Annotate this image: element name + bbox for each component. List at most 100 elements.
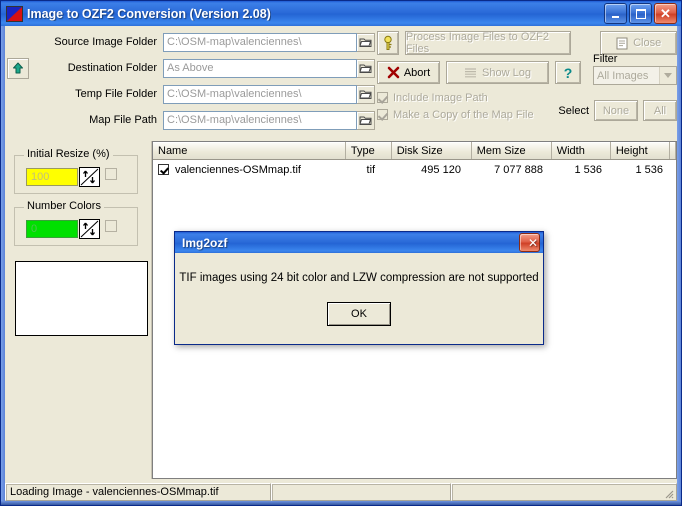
- error-dialog: Img2ozf ✕ TIF images using 24 bit color …: [174, 231, 544, 345]
- column-header-disk-size[interactable]: Disk Size: [392, 142, 472, 159]
- up-arrow-icon: [12, 62, 24, 74]
- log-lines-icon: [464, 67, 477, 78]
- select-all-button[interactable]: All: [643, 100, 677, 121]
- temp-file-folder-row: Temp File Folder C:\OSM-map\valenciennes…: [5, 83, 375, 105]
- number-colors-group: Number Colors 0: [14, 207, 138, 246]
- window-frame-bottom: [1, 501, 681, 505]
- process-files-button[interactable]: Process Image Files to OZF2 Files: [405, 31, 571, 55]
- dialog-close-icon: ✕: [528, 236, 538, 250]
- close-app-label: Close: [633, 37, 661, 49]
- dialog-close-button[interactable]: ✕: [519, 233, 540, 252]
- filter-dropdown[interactable]: All Images: [593, 66, 677, 85]
- app-icon: [6, 6, 23, 22]
- status-panel-secondary: [271, 483, 451, 501]
- include-image-path-label: Include Image Path: [393, 92, 488, 104]
- minimize-button[interactable]: [604, 3, 627, 24]
- move-up-button[interactable]: [7, 58, 29, 79]
- file-row-disk-size: 495 120: [394, 164, 475, 176]
- close-app-button[interactable]: Close: [600, 31, 677, 55]
- source-image-folder-label: Source Image Folder: [31, 36, 163, 48]
- folder-browse-icon: [359, 88, 372, 100]
- abort-button[interactable]: Abort: [377, 61, 440, 84]
- window-title: Image to OZF2 Conversion (Version 2.08): [27, 7, 271, 21]
- application-window: Image to OZF2 Conversion (Version 2.08) …: [0, 0, 682, 506]
- initial-resize-spinner[interactable]: [79, 167, 100, 187]
- initial-resize-input[interactable]: 100: [26, 168, 78, 186]
- number-colors-spinner[interactable]: [79, 219, 100, 239]
- initial-resize-label: Initial Resize (%): [24, 148, 113, 160]
- column-header-mem-size[interactable]: Mem Size: [472, 142, 552, 159]
- map-file-path-label: Map File Path: [31, 114, 163, 126]
- show-log-label: Show Log: [482, 67, 531, 79]
- resize-grip-icon[interactable]: [662, 487, 674, 499]
- file-row-mem-size: 7 077 888: [475, 164, 556, 176]
- map-file-browse-button[interactable]: [356, 111, 375, 130]
- key-settings-button[interactable]: [377, 31, 399, 55]
- select-none-button[interactable]: None: [594, 100, 638, 121]
- window-controls: ✕: [604, 3, 677, 24]
- number-colors-label: Number Colors: [24, 200, 104, 212]
- temp-file-folder-label: Temp File Folder: [31, 88, 163, 100]
- destination-folder-browse-button[interactable]: [356, 59, 375, 78]
- table-row[interactable]: valenciennes-OSMmap.tif tif 495 120 7 07…: [153, 160, 676, 179]
- map-file-path-row: Map File Path C:\OSM-map\valenciennes\: [5, 109, 375, 131]
- status-panel-tertiary: [451, 483, 677, 501]
- column-header-width[interactable]: Width: [552, 142, 611, 159]
- file-row-name: valenciennes-OSMmap.tif: [175, 164, 301, 176]
- number-colors-input[interactable]: 0: [26, 220, 78, 238]
- file-row-height: 1 536: [616, 164, 676, 176]
- folder-browse-icon: [359, 114, 372, 126]
- destination-folder-label: Destination Folder: [31, 62, 163, 74]
- column-header-height[interactable]: Height: [611, 142, 670, 159]
- column-header-type[interactable]: Type: [346, 142, 392, 159]
- maximize-button[interactable]: [629, 3, 652, 24]
- status-panel-message: Loading Image - valenciennes-OSMmap.tif: [5, 483, 271, 501]
- abort-label: Abort: [404, 67, 430, 79]
- include-image-path-checkbox[interactable]: [377, 92, 388, 103]
- close-icon: ✕: [660, 7, 671, 20]
- file-list-header: Name Type Disk Size Mem Size Width Heigh…: [153, 142, 676, 160]
- destination-folder-input[interactable]: As Above: [163, 59, 357, 78]
- source-image-folder-input[interactable]: C:\OSM-map\valenciennes\: [163, 33, 357, 52]
- column-header-name[interactable]: Name: [153, 142, 346, 159]
- filter-group: Filter All Images: [593, 53, 677, 85]
- dialog-message: TIF images using 24 bit color and LZW co…: [175, 272, 543, 284]
- file-row-checkbox[interactable]: [158, 164, 169, 175]
- help-button[interactable]: ?: [555, 61, 581, 84]
- temp-folder-browse-button[interactable]: [356, 85, 375, 104]
- source-image-folder-row: Source Image Folder C:\OSM-map\valencien…: [5, 31, 375, 53]
- make-copy-map-file-checkbox[interactable]: [377, 109, 388, 120]
- client-area: Source Image Folder C:\OSM-map\valencien…: [5, 26, 677, 501]
- number-colors-checkbox[interactable]: [105, 220, 117, 232]
- column-header-filler: [670, 142, 676, 159]
- select-label: Select: [558, 105, 589, 117]
- close-button[interactable]: ✕: [654, 3, 677, 24]
- folder-browse-icon: [359, 36, 372, 48]
- chevron-down-icon[interactable]: [659, 67, 676, 84]
- title-bar: Image to OZF2 Conversion (Version 2.08) …: [1, 1, 681, 26]
- file-row-name-cell: valenciennes-OSMmap.tif: [153, 164, 348, 176]
- dialog-title-bar: Img2ozf ✕: [175, 232, 543, 253]
- map-file-path-input[interactable]: C:\OSM-map\valenciennes\: [163, 111, 357, 130]
- show-log-button[interactable]: Show Log: [446, 61, 549, 84]
- initial-resize-checkbox[interactable]: [105, 168, 117, 180]
- status-bar: Loading Image - valenciennes-OSMmap.tif: [5, 483, 677, 501]
- sidebar-panel: Initial Resize (%) 100 Number Colors: [5, 141, 152, 479]
- red-x-icon: [387, 66, 400, 79]
- file-row-width: 1 536: [556, 164, 616, 176]
- filter-selected-value: All Images: [597, 70, 648, 82]
- yellow-key-icon: [380, 35, 396, 52]
- document-icon: [616, 37, 628, 50]
- file-row-type: tif: [348, 164, 394, 176]
- window-frame-right: [677, 26, 681, 505]
- folder-browse-icon: [359, 62, 372, 74]
- image-preview-pane: [15, 261, 148, 336]
- dialog-title: Img2ozf: [182, 236, 227, 250]
- make-copy-map-file-label: Make a Copy of the Map File: [393, 109, 534, 121]
- temp-file-folder-input[interactable]: C:\OSM-map\valenciennes\: [163, 85, 357, 104]
- destination-folder-row: Destination Folder As Above: [5, 57, 375, 79]
- dialog-ok-button[interactable]: OK: [327, 302, 391, 326]
- source-folder-browse-button[interactable]: [356, 33, 375, 52]
- up-down-spinner-icon: [80, 168, 99, 186]
- folder-form: Source Image Folder C:\OSM-map\valencien…: [5, 31, 375, 135]
